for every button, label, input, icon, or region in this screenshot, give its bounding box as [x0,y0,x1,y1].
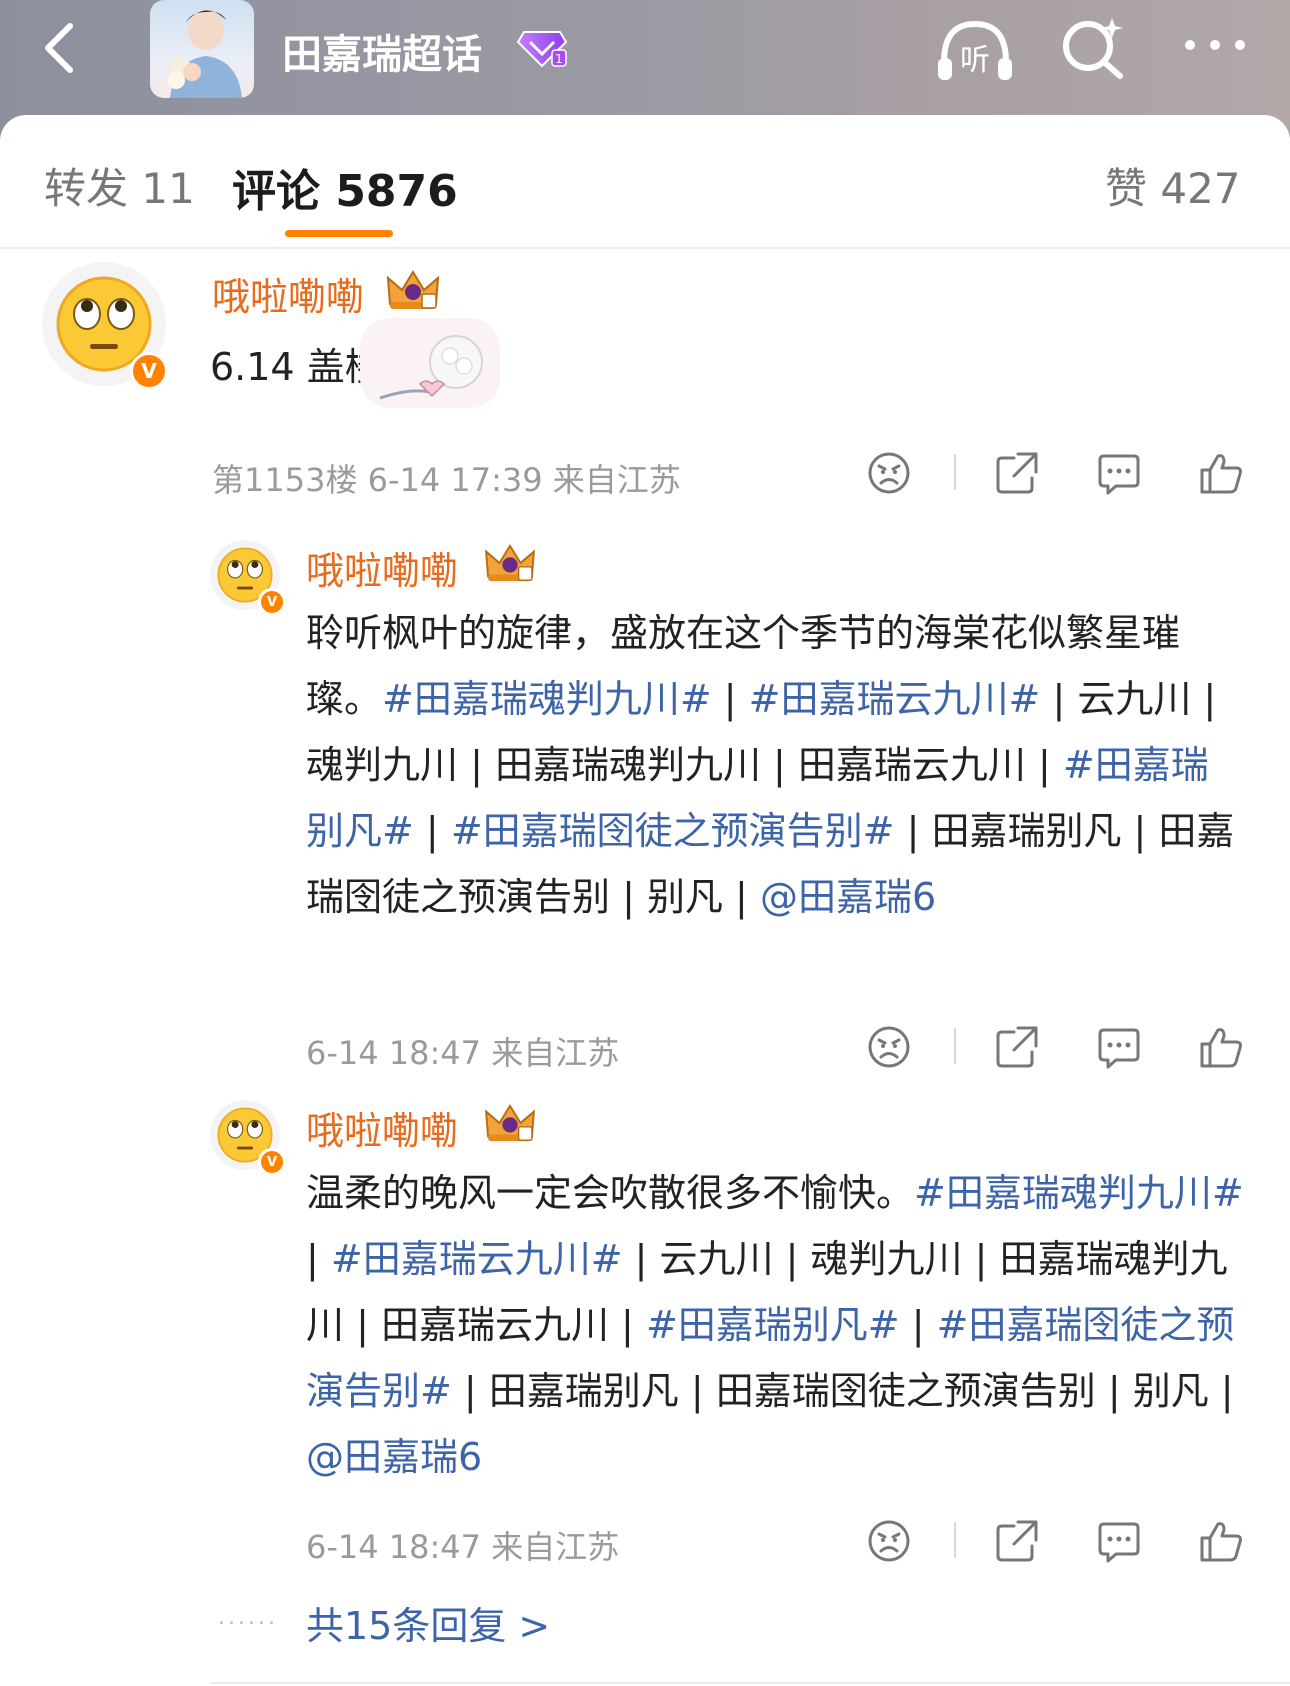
flower-sticker-icon [360,318,500,408]
like-icon[interactable] [1198,1518,1244,1564]
reply-text-segment: | [306,1237,331,1281]
share-icon[interactable] [994,1024,1040,1070]
topic-link[interactable]: #田嘉瑞囹徒之预演告别# [451,809,895,853]
comment-meta: 第1153楼 6-14 17:39 来自江苏 [212,461,681,499]
like-icon[interactable] [1198,450,1244,496]
tab-likes[interactable]: 赞 427 [1105,155,1241,216]
share-icon[interactable] [994,450,1040,496]
reply-text-segment: | 田嘉瑞别凡 | 田嘉瑞囹徒之预演告别 | 别凡 | [451,1369,1234,1413]
active-tab-indicator [285,230,393,237]
divider [954,454,956,490]
mention-link[interactable]: @田嘉瑞6 [306,1435,482,1479]
topic-link[interactable]: #田嘉瑞云九川# [331,1237,623,1281]
view-all-replies-link[interactable]: 共15条回复 > [306,1595,550,1650]
dislike-icon[interactable] [866,450,912,496]
search-icon[interactable] [1058,14,1128,82]
like-icon[interactable] [1198,1024,1244,1070]
comment-icon[interactable] [1096,1024,1142,1070]
comment-username[interactable]: 哦啦嘞嘞 [212,266,364,321]
crown-fan-badge-icon [485,1103,535,1142]
tab-bar: 转发 11 评论 5876 赞 427 [0,115,1290,249]
super-topic-title[interactable]: 田嘉瑞超话 [282,22,482,80]
reply-meta: 6-14 18:47 来自江苏 [306,1034,620,1072]
topic-link[interactable]: #田嘉瑞云九川# [749,677,1041,721]
crown-fan-badge-icon [386,270,440,309]
reply-text-segment: | [413,809,451,853]
topic-link[interactable]: #田嘉瑞别凡# [646,1303,900,1347]
svg-text:1: 1 [555,52,563,66]
reply-username[interactable]: 哦啦嘞嘞 [306,540,458,595]
topic-link[interactable]: #田嘉瑞魂判九川# [382,677,712,721]
reply-thread-dots: ...... [218,1605,278,1630]
reply-text: 温柔的晚风一定会吹散很多不愉快。#田嘉瑞魂判九川# | #田嘉瑞云九川# | 云… [306,1160,1246,1490]
comment-icon[interactable] [1096,1518,1142,1564]
verified-badge: V [258,588,286,616]
dislike-icon[interactable] [866,1518,912,1564]
comment-actions [866,450,1246,500]
verified-badge: V [130,352,168,390]
mention-link[interactable]: @田嘉瑞6 [760,875,936,919]
topic-link[interactable]: #田嘉瑞魂判九川# [914,1171,1244,1215]
reply-text-segment: | [711,677,749,721]
super-topic-avatar[interactable] [150,0,254,98]
reply-username[interactable]: 哦啦嘞嘞 [306,1100,458,1155]
share-icon[interactable] [994,1518,1040,1564]
reply-text-segment: | [899,1303,937,1347]
reply-text: 聆听枫叶的旋律，盛放在这个季节的海棠花似繁星璀璨。#田嘉瑞魂判九川# | #田嘉… [306,600,1246,930]
more-icon[interactable] [1180,30,1250,60]
reply-actions [866,1518,1246,1568]
divider [954,1028,956,1064]
divider [210,1682,1290,1684]
divider [954,1522,956,1558]
comment-text: 6.14 盖楼 [210,345,383,389]
verified-badge: V [258,1148,286,1176]
super-topic-badge-icon: 1 [516,31,568,68]
tab-repost[interactable]: 转发 11 [44,155,195,216]
svg-text:听: 听 [960,43,990,78]
reply-meta: 6-14 18:47 来自江苏 [306,1528,620,1566]
reply-actions [866,1024,1246,1074]
listen-icon[interactable]: 听 [934,18,1016,82]
comment-icon[interactable] [1096,450,1142,496]
crown-fan-badge-icon [485,543,535,582]
dislike-icon[interactable] [866,1024,912,1070]
back-icon[interactable] [30,18,90,78]
tab-comments[interactable]: 评论 5876 [232,155,458,219]
reply-text-segment: 温柔的晚风一定会吹散很多不愉快。 [306,1171,915,1215]
